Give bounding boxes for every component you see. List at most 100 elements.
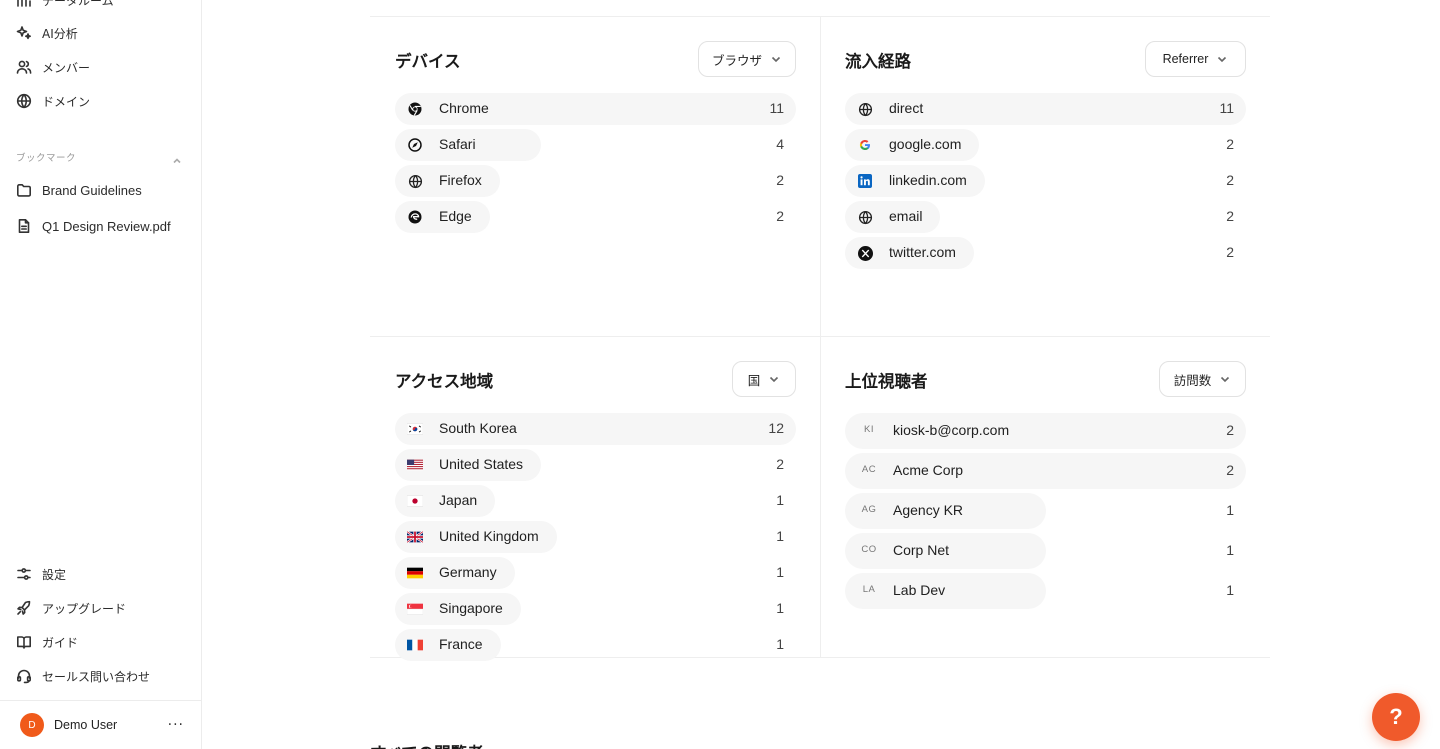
panel-title: デバイス [395, 52, 461, 71]
globe-icon [857, 209, 873, 225]
flag-us-icon [407, 457, 423, 473]
avatar: D [20, 713, 44, 737]
list-item[interactable]: Safari 4 [395, 129, 796, 161]
item-label: direct [889, 100, 924, 116]
item-label: twitter.com [889, 244, 956, 260]
linkedin-icon [857, 173, 873, 189]
visits-dropdown[interactable]: 訪問数 [1159, 361, 1246, 397]
chevron-down-icon [1221, 376, 1230, 383]
sidebar-item-dataroom[interactable]: データルーム [16, 0, 114, 12]
browser-dropdown[interactable]: ブラウザ [698, 41, 796, 77]
item-count: 2 [776, 208, 784, 224]
item-label: Chrome [439, 100, 489, 116]
sidebar-item-guide[interactable]: ガイド [16, 630, 78, 654]
viewer-initials: KI [864, 424, 874, 435]
sparkles-icon [16, 26, 31, 40]
item-count: 2 [1226, 462, 1234, 478]
item-label: google.com [889, 136, 962, 152]
users-icon [16, 60, 32, 74]
all-viewers-title: すべての閲覧者 [370, 740, 484, 749]
bookmark-brand-guidelines[interactable]: Brand Guidelines [16, 178, 142, 202]
user-menu[interactable]: D Demo User ··· [0, 700, 202, 749]
item-label: email [889, 208, 923, 224]
sidebar-item-label: 設定 [42, 567, 67, 582]
list-item[interactable]: google.com 2 [845, 129, 1246, 161]
flag-de-icon [407, 565, 423, 581]
sidebar-item-upgrade[interactable]: アップグレード [16, 596, 126, 620]
country-dropdown[interactable]: 国 [732, 361, 796, 397]
sidebar-item-domains[interactable]: ドメイン [16, 89, 90, 113]
google-icon [857, 137, 873, 153]
list-item[interactable]: AC Acme Corp 2 [845, 453, 1246, 489]
item-count: 1 [776, 636, 784, 652]
item-label: Singapore [439, 600, 503, 616]
divider [820, 16, 821, 658]
sidebar-item-label: AI分析 [42, 26, 78, 41]
list-item[interactable]: Germany 1 [395, 557, 796, 589]
sidebar-item-settings[interactable]: 設定 [16, 562, 66, 586]
item-count: 11 [769, 100, 784, 116]
item-label: Lab Dev [893, 582, 946, 598]
list-item[interactable]: direct 11 [845, 93, 1246, 125]
item-label: Firefox [439, 172, 482, 188]
list-item[interactable]: CO Corp Net 1 [845, 533, 1246, 569]
item-count: 2 [1226, 208, 1234, 224]
help-button[interactable]: ? [1372, 693, 1420, 741]
flag-jp-icon [407, 493, 423, 509]
viewer-initials: CO [861, 544, 877, 555]
list-item[interactable]: LA Lab Dev 1 [845, 573, 1246, 609]
more-options-icon[interactable]: ··· [168, 717, 184, 733]
sidebar-item-label: ドメイン [42, 94, 91, 109]
list-item[interactable]: linkedin.com 2 [845, 165, 1246, 197]
bookmark-q1-design-review[interactable]: Q1 Design Review.pdf [16, 214, 171, 238]
list-item[interactable]: KI kiosk-b@corp.com 2 [845, 413, 1246, 449]
list-item[interactable]: United States 2 [395, 449, 796, 481]
sidebar: データルーム AI分析 メンバー ドメイン ブックマーク Brand Guide… [0, 0, 202, 749]
bookmark-label: Q1 Design Review.pdf [42, 218, 171, 234]
sidebar-item-ai-analysis[interactable]: AI分析 [16, 21, 78, 45]
list-item[interactable]: South Korea 12 [395, 413, 796, 445]
globe-icon [407, 173, 423, 189]
item-count: 2 [1226, 422, 1234, 438]
item-label: Safari [439, 136, 476, 152]
list-item[interactable]: Chrome 11 [395, 93, 796, 125]
list-item[interactable]: United Kingdom 1 [395, 521, 796, 553]
sliders-icon [17, 568, 31, 580]
flag-fr-icon [407, 637, 423, 653]
chevron-up-icon[interactable] [172, 151, 182, 164]
item-count: 2 [1226, 172, 1234, 188]
sidebar-item-label: メンバー [42, 60, 91, 75]
item-label: France [439, 636, 483, 652]
item-count: 2 [776, 172, 784, 188]
list-item[interactable]: Firefox 2 [395, 165, 796, 197]
safari-icon [407, 137, 423, 153]
referrer-dropdown[interactable]: Referrer [1145, 41, 1246, 77]
viewer-initials: AG [861, 504, 877, 515]
flag-kr-icon [407, 421, 423, 437]
list-item[interactable]: Japan 1 [395, 485, 796, 517]
item-label: United States [439, 456, 524, 472]
item-label: Germany [439, 564, 497, 580]
list-item[interactable]: France 1 [395, 629, 796, 661]
sidebar-item-members[interactable]: メンバー [16, 55, 90, 79]
sidebar-item-contact-sales[interactable]: セールス問い合わせ [16, 664, 150, 688]
item-count: 2 [1226, 136, 1234, 152]
item-count: 12 [768, 420, 784, 436]
list-item[interactable]: AG Agency KR 1 [845, 493, 1246, 529]
viewer-initials: AC [861, 464, 877, 475]
item-label: Edge [439, 208, 472, 224]
panel-title: 上位視聴者 [845, 372, 928, 391]
item-count: 1 [776, 564, 784, 580]
list-item[interactable]: Singapore 1 [395, 593, 796, 625]
list-item[interactable]: email 2 [845, 201, 1246, 233]
list-item[interactable]: twitter.com 2 [845, 237, 1246, 269]
item-count: 4 [776, 136, 784, 152]
list-item[interactable]: Edge 2 [395, 201, 796, 233]
chevron-down-icon [770, 376, 779, 383]
item-count: 2 [1226, 244, 1234, 260]
flag-sg-icon [407, 601, 423, 617]
x-icon [857, 245, 873, 261]
file-icon [18, 219, 30, 233]
bookmarks-section-label: ブックマーク [16, 153, 77, 164]
dropdown-value: ブラウザ [711, 53, 762, 68]
